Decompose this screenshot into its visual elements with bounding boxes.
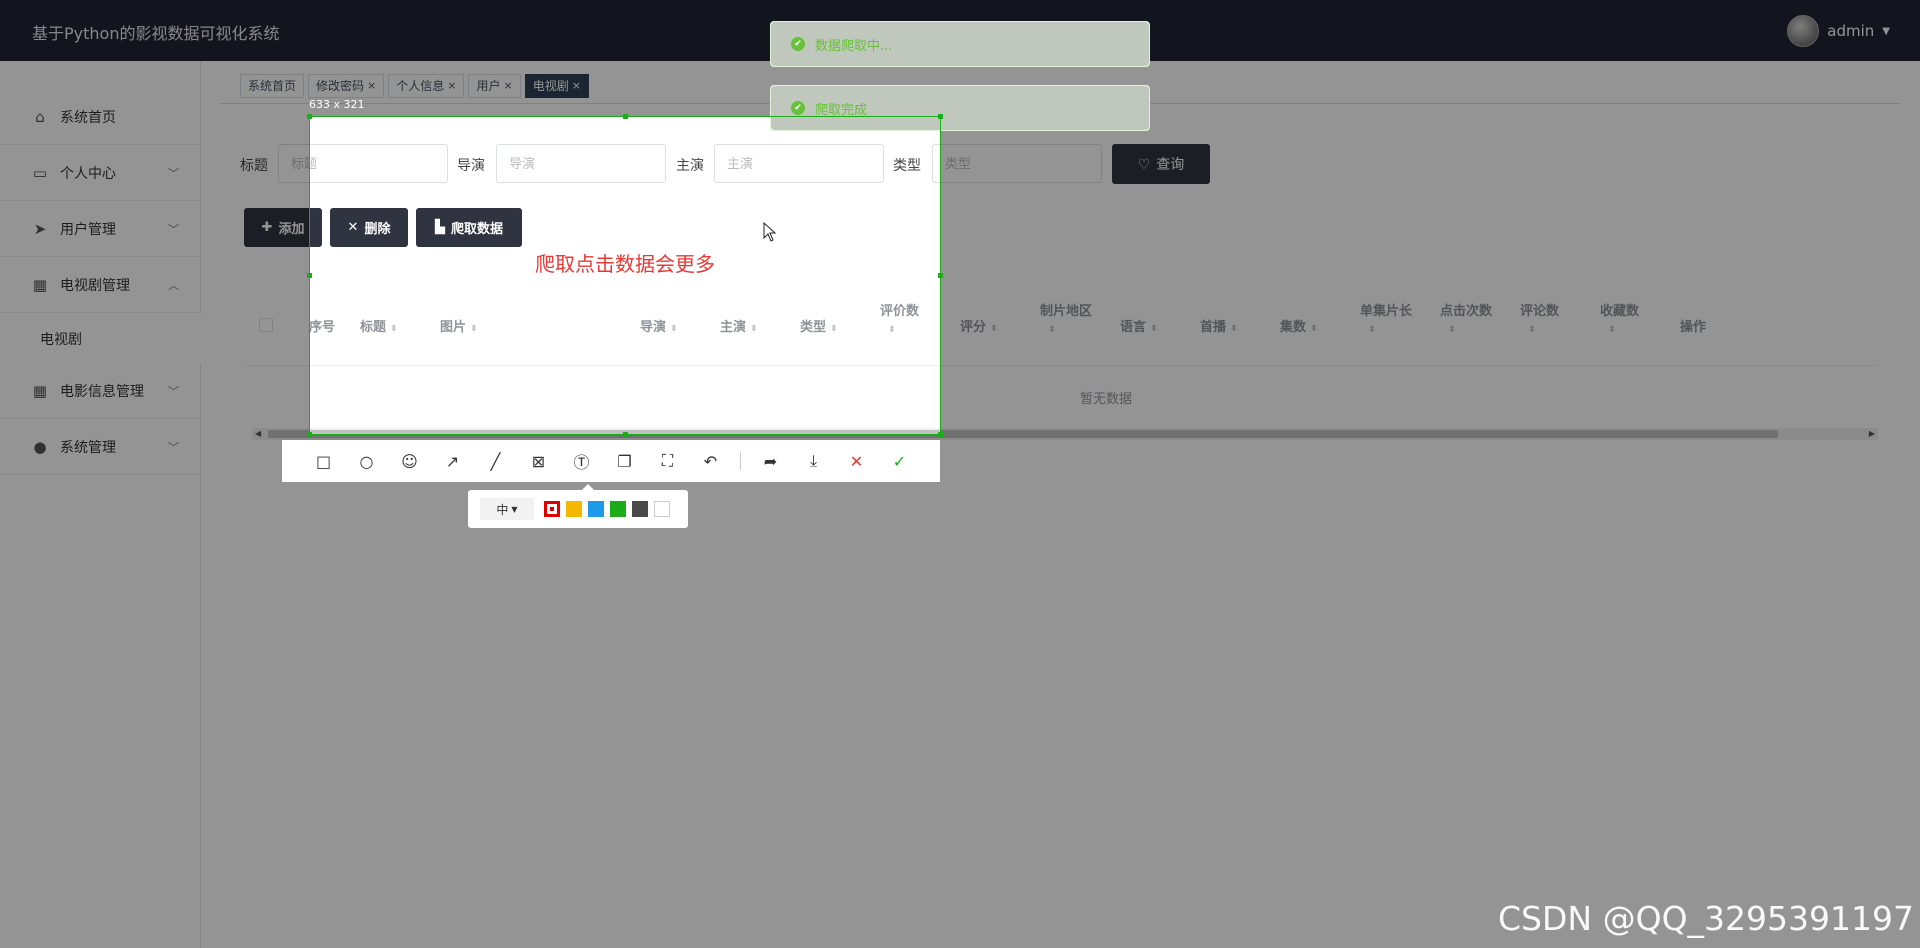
- mouse-cursor-icon: [763, 222, 777, 242]
- resize-handle[interactable]: [307, 273, 312, 278]
- ellipse-tool-icon[interactable]: ○: [345, 440, 388, 482]
- annotation-text: 爬取点击数据会更多: [535, 252, 715, 276]
- cancel-icon[interactable]: ✕: [835, 440, 878, 482]
- share-icon[interactable]: ➦: [749, 440, 792, 482]
- download-icon[interactable]: ⤓: [792, 440, 835, 482]
- resize-handle[interactable]: [307, 114, 312, 119]
- text-style-popover: 中 ▼: [468, 484, 688, 528]
- resize-handle[interactable]: [938, 273, 943, 278]
- caret-down-icon: ▼: [511, 504, 518, 514]
- color-swatch[interactable]: [544, 501, 560, 517]
- color-swatch[interactable]: [654, 501, 670, 517]
- resize-handle[interactable]: [307, 432, 312, 437]
- color-swatch[interactable]: [588, 501, 604, 517]
- text-tool-icon[interactable]: Ⓣ: [560, 440, 603, 482]
- confirm-icon[interactable]: ✓: [878, 440, 921, 482]
- resize-handle[interactable]: [938, 114, 943, 119]
- ocr-tool-icon[interactable]: ⛶: [646, 440, 689, 482]
- font-size-select[interactable]: 中 ▼: [480, 498, 534, 520]
- toast-text: 爬取完成: [815, 102, 868, 118]
- color-swatches: [544, 501, 670, 517]
- divider: [740, 452, 741, 470]
- capture-toolbar: □ ○ ☺ ↗ ╱ ⊠ Ⓣ ❐ ⛶ ↶ ➦ ⤓ ✕ ✓: [282, 440, 940, 482]
- undo-icon[interactable]: ↶: [689, 440, 732, 482]
- check-circle-icon: ✔: [791, 37, 805, 51]
- arrow-tool-icon[interactable]: ↗: [431, 440, 474, 482]
- mosaic-tool-icon[interactable]: ⊠: [517, 440, 560, 482]
- toast-text: 数据爬取中...: [815, 38, 893, 54]
- dim-overlay: [0, 435, 1920, 948]
- font-size-value: 中: [496, 502, 509, 517]
- resize-handle[interactable]: [623, 114, 628, 119]
- color-swatch[interactable]: [610, 501, 626, 517]
- color-swatch[interactable]: [632, 501, 648, 517]
- toast-message: ✔ 数据爬取中...: [770, 21, 1150, 67]
- dim-overlay: [0, 116, 309, 435]
- resize-handle[interactable]: [938, 432, 943, 437]
- watermark: CSDN @QQ_3295391197: [1498, 899, 1914, 938]
- color-swatch[interactable]: [566, 501, 582, 517]
- line-tool-icon[interactable]: ╱: [474, 440, 517, 482]
- emoji-tool-icon[interactable]: ☺: [388, 440, 431, 482]
- copy-tool-icon[interactable]: ❐: [603, 440, 646, 482]
- selection-size-label: 633 x 321: [309, 98, 365, 111]
- dim-overlay: [941, 116, 1920, 435]
- resize-handle[interactable]: [623, 432, 628, 437]
- check-circle-icon: ✔: [791, 101, 805, 115]
- rectangle-tool-icon[interactable]: □: [302, 440, 345, 482]
